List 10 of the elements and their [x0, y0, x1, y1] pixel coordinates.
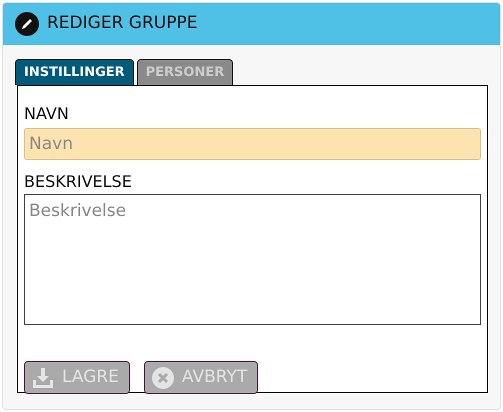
field-label: NAVN — [24, 104, 70, 124]
name-field[interactable]: Navn — [24, 128, 481, 160]
download-icon — [32, 366, 54, 388]
tab[interactable]: PERSONER — [136, 59, 234, 85]
pencil-icon — [15, 12, 39, 36]
field-label: BESKRIVELSE — [24, 172, 133, 192]
dialog-title: REDIGER GRUPPE — [47, 12, 198, 36]
close-icon — [152, 366, 174, 388]
description-field[interactable]: Beskrivelse — [24, 194, 481, 325]
tab[interactable]: INSTILLINGER — [15, 59, 134, 85]
